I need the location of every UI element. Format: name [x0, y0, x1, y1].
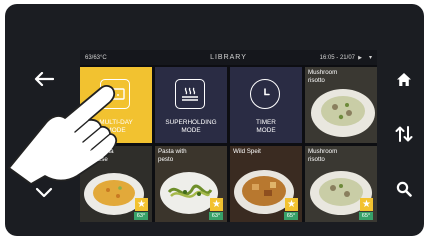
mode-label: TIMER MODE: [256, 119, 276, 134]
recipe-tile-pasta-pesto[interactable]: Pasta with pesto ★ 63°: [155, 146, 227, 222]
oven-control-panel: 63/63°C LIBRARY 16:05 - 21/07 ▶ ▾ MULTI-…: [5, 4, 424, 236]
chevron-down-icon: [35, 187, 53, 198]
clock-icon: [250, 79, 280, 109]
status-bar: 63/63°C LIBRARY 16:05 - 21/07 ▶ ▾: [80, 50, 377, 65]
sort-button[interactable]: [387, 119, 421, 149]
recipe-tile-wild-speit[interactable]: Wild Speit ★ 65°: [230, 146, 302, 222]
steam-tray-icon: [175, 79, 205, 109]
recipe-name: Wild Speit: [233, 148, 261, 155]
star-icon: ★: [285, 198, 298, 211]
recipe-tile-risotto-milanese[interactable]: Risotto alla Milanese ★ 63°: [80, 146, 152, 222]
sort-icon: [395, 126, 413, 142]
play-icon: ▶: [358, 54, 362, 61]
clock-readout: 16:05 - 21/07: [319, 54, 355, 61]
search-button[interactable]: [387, 174, 421, 204]
home-icon: [397, 72, 411, 86]
wifi-icon: ▾: [368, 55, 372, 61]
temperature-badge: 65°: [284, 212, 298, 220]
star-icon: ★: [360, 198, 373, 211]
recipe-name: Mushroom risotto: [308, 148, 338, 163]
recipe-tile-mushroom-risotto-2[interactable]: Mushroom risotto ★ 65°: [305, 146, 377, 222]
temperature-badge: 63°: [209, 212, 223, 220]
tile-superholding-mode[interactable]: SUPERHOLDING MODE: [155, 67, 227, 143]
recipe-name: Risotto alla Milanese: [83, 148, 114, 163]
temperature-badge: 65°: [359, 212, 373, 220]
home-button[interactable]: [387, 64, 421, 94]
tile-timer-mode[interactable]: TIMER MODE: [230, 67, 302, 143]
star-icon: ★: [135, 198, 148, 211]
recipe-tile-mushroom-risotto[interactable]: Mushroom risotto: [305, 67, 377, 143]
mode-label: SUPERHOLDING MODE: [165, 119, 217, 134]
star-icon: ★: [210, 198, 223, 211]
tap-gesture-hand-icon: [8, 85, 118, 184]
recipe-name: Pasta with pesto: [158, 148, 187, 163]
temperature-badge: 63°: [134, 212, 148, 220]
search-icon: [396, 181, 412, 197]
recipe-name: Mushroom risotto: [308, 69, 338, 84]
